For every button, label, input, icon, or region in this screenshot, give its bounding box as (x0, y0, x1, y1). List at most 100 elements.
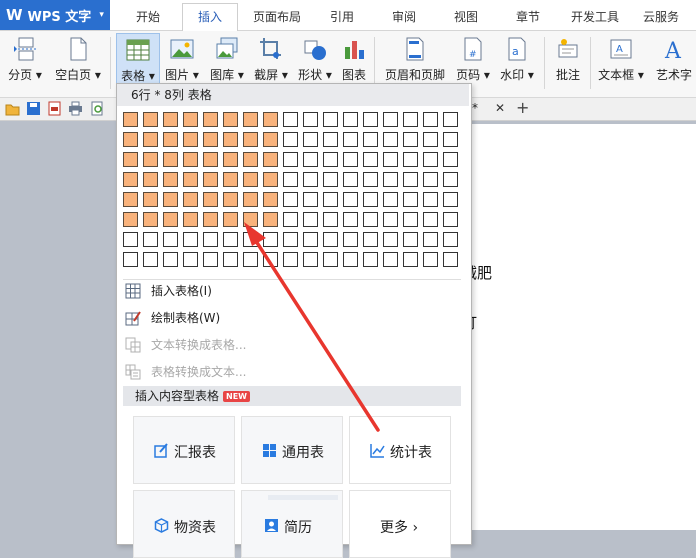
table-grid-cell[interactable] (123, 212, 138, 227)
table-grid-cell[interactable] (143, 112, 158, 127)
resume-table-card[interactable]: 简历 (241, 490, 343, 558)
tab-page-layout[interactable]: 页面布局 (246, 4, 308, 30)
comment-button[interactable]: 批注 (550, 33, 586, 93)
general-table-card[interactable]: 通用表 (241, 416, 343, 484)
table-grid-cell[interactable] (303, 112, 318, 127)
table-grid-cell[interactable] (323, 252, 338, 267)
table-grid-cell[interactable] (143, 212, 158, 227)
table-grid-cell[interactable] (283, 212, 298, 227)
table-grid-cell[interactable] (263, 152, 278, 167)
tab-review[interactable]: 审阅 (382, 4, 426, 30)
table-grid-cell[interactable] (443, 112, 458, 127)
table-grid-cell[interactable] (143, 172, 158, 187)
draw-table-item[interactable]: 绘制表格(W) (125, 306, 455, 330)
table-grid-cell[interactable] (223, 252, 238, 267)
table-grid-cell[interactable] (223, 172, 238, 187)
table-grid-cell[interactable] (443, 172, 458, 187)
table-grid-cell[interactable] (423, 132, 438, 147)
table-grid-cell[interactable] (303, 132, 318, 147)
table-grid-cell[interactable] (363, 132, 378, 147)
table-grid-cell[interactable] (383, 152, 398, 167)
table-grid-cell[interactable] (163, 112, 178, 127)
table-grid-cell[interactable] (243, 252, 258, 267)
table-grid-cell[interactable] (203, 112, 218, 127)
wordart-button[interactable]: A 艺术字 (652, 33, 696, 93)
table-grid-cell[interactable] (383, 132, 398, 147)
table-grid-cell[interactable] (403, 192, 418, 207)
table-grid-cell[interactable] (163, 172, 178, 187)
table-grid-cell[interactable] (243, 232, 258, 247)
table-grid-cell[interactable] (303, 172, 318, 187)
table-grid-cell[interactable] (163, 232, 178, 247)
statistics-table-card[interactable]: 统计表 (349, 416, 451, 484)
table-grid-cell[interactable] (143, 232, 158, 247)
table-grid-cell[interactable] (363, 152, 378, 167)
print-preview-icon[interactable] (90, 101, 105, 116)
table-grid-cell[interactable] (403, 132, 418, 147)
save-icon[interactable] (26, 101, 41, 116)
table-grid-cell[interactable] (203, 212, 218, 227)
table-grid-cell[interactable] (303, 232, 318, 247)
tab-home[interactable]: 开始 (124, 4, 172, 30)
table-grid-cell[interactable] (183, 172, 198, 187)
table-grid-cell[interactable] (203, 192, 218, 207)
table-grid-cell[interactable] (423, 212, 438, 227)
table-grid-cell[interactable] (283, 112, 298, 127)
table-grid-cell[interactable] (423, 232, 438, 247)
table-grid-cell[interactable] (403, 252, 418, 267)
table-grid-cell[interactable] (243, 192, 258, 207)
close-tab-icon[interactable]: ✕ (495, 101, 505, 115)
textbox-button[interactable]: A 文本框 ▾ (596, 33, 646, 93)
table-grid-cell[interactable] (443, 152, 458, 167)
table-grid-cell[interactable] (423, 192, 438, 207)
table-grid-cell[interactable] (243, 132, 258, 147)
open-folder-icon[interactable] (5, 101, 20, 116)
table-grid-cell[interactable] (203, 172, 218, 187)
table-grid-cell[interactable] (383, 252, 398, 267)
table-grid-cell[interactable] (383, 172, 398, 187)
table-grid-cell[interactable] (343, 252, 358, 267)
table-grid-cell[interactable] (183, 132, 198, 147)
table-grid-cell[interactable] (203, 132, 218, 147)
table-grid-cell[interactable] (343, 232, 358, 247)
table-grid-cell[interactable] (223, 192, 238, 207)
report-table-card[interactable]: 汇报表 (133, 416, 235, 484)
table-grid-cell[interactable] (263, 172, 278, 187)
insert-table-item[interactable]: 插入表格(I) (125, 279, 455, 303)
table-grid-cell[interactable] (163, 132, 178, 147)
document-tab-title[interactable]: * (472, 101, 478, 115)
table-grid-cell[interactable] (343, 152, 358, 167)
tab-insert[interactable]: 插入 (182, 3, 238, 31)
table-grid-cell[interactable] (123, 192, 138, 207)
more-tables-card[interactable]: 更多 › (349, 490, 451, 558)
table-grid-cell[interactable] (243, 152, 258, 167)
table-grid-cell[interactable] (303, 152, 318, 167)
table-grid-cell[interactable] (263, 192, 278, 207)
table-grid-cell[interactable] (223, 232, 238, 247)
table-grid-cell[interactable] (123, 252, 138, 267)
table-grid-cell[interactable] (263, 252, 278, 267)
table-grid-cell[interactable] (343, 172, 358, 187)
table-grid-cell[interactable] (263, 132, 278, 147)
table-grid-cell[interactable] (283, 232, 298, 247)
table-grid-cell[interactable] (183, 212, 198, 227)
table-grid-cell[interactable] (303, 192, 318, 207)
table-grid-cell[interactable] (403, 232, 418, 247)
tab-cloud-service[interactable]: 云服务 (636, 4, 686, 30)
table-grid-cell[interactable] (323, 232, 338, 247)
table-grid-cell[interactable] (303, 252, 318, 267)
table-grid-cell[interactable] (163, 192, 178, 207)
table-grid-cell[interactable] (323, 192, 338, 207)
table-grid-cell[interactable] (363, 192, 378, 207)
table-grid-cell[interactable] (183, 232, 198, 247)
table-grid-cell[interactable] (243, 112, 258, 127)
table-grid-cell[interactable] (363, 172, 378, 187)
table-grid-cell[interactable] (223, 152, 238, 167)
table-grid-cell[interactable] (363, 252, 378, 267)
table-grid-cell[interactable] (383, 212, 398, 227)
text-to-table-item[interactable]: 文本转换成表格... (125, 333, 455, 357)
table-grid-cell[interactable] (123, 132, 138, 147)
table-grid-cell[interactable] (163, 152, 178, 167)
table-grid-cell[interactable] (323, 132, 338, 147)
table-grid-cell[interactable] (123, 152, 138, 167)
